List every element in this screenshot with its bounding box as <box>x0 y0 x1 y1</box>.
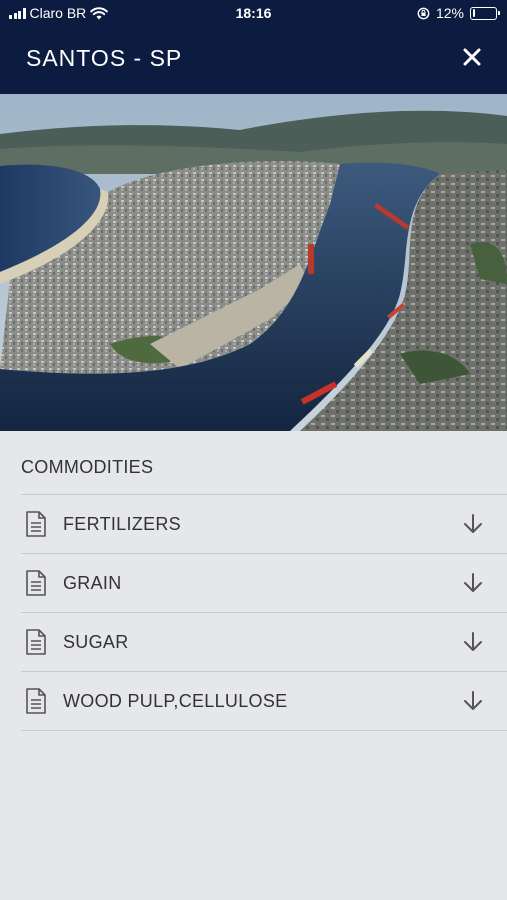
download-arrow-icon[interactable] <box>461 630 485 654</box>
document-icon <box>26 511 46 537</box>
section-title: COMMODITIES <box>21 457 154 477</box>
list-item-label: WOOD PULP,CELLULOSE <box>63 690 288 711</box>
download-arrow-icon[interactable] <box>461 512 485 536</box>
page-title: SANTOS - SP <box>26 45 183 71</box>
document-icon <box>26 629 46 655</box>
list-item[interactable]: SUGAR <box>21 613 507 672</box>
download-arrow-icon[interactable] <box>461 571 485 595</box>
list-item[interactable]: FERTILIZERS <box>21 495 507 554</box>
battery-percent: 12% <box>435 5 464 21</box>
orientation-lock-icon <box>417 7 430 19</box>
commodity-list: FERTILIZERS GRAIN SUGAR WOOD PULP,CELLUL… <box>21 494 507 731</box>
aerial-port-photo <box>0 94 507 431</box>
document-icon <box>26 688 46 714</box>
list-item[interactable]: GRAIN <box>21 554 507 613</box>
list-item-label: FERTILIZERS <box>63 513 181 534</box>
status-right: 12% <box>417 5 500 21</box>
battery-level <box>472 9 476 17</box>
content-area: COMMODITIES FERTILIZERS GRAIN SUGAR WOOD… <box>0 431 507 900</box>
list-item-label: SUGAR <box>63 631 129 652</box>
status-bar: Claro BR 18:16 12% <box>0 0 507 28</box>
battery-icon <box>470 6 500 20</box>
download-arrow-icon[interactable] <box>461 689 485 713</box>
app-header-area: Claro BR 18:16 12% SANTOS - SP <box>0 0 507 94</box>
document-icon <box>26 570 46 596</box>
list-item-label: GRAIN <box>63 572 122 593</box>
list-item[interactable]: WOOD PULP,CELLULOSE <box>21 672 507 731</box>
close-icon[interactable] <box>459 44 485 70</box>
